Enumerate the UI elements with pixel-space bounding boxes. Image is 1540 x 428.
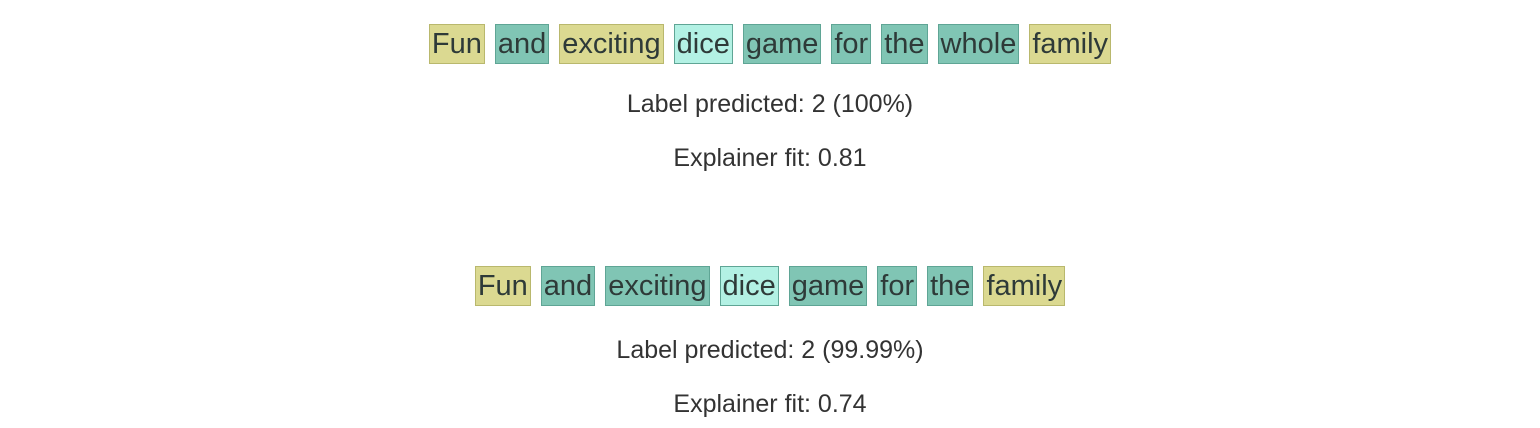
token-highlight: the: [927, 266, 974, 306]
token-highlight: for: [877, 266, 918, 306]
token-highlight: and: [494, 24, 550, 64]
token-highlight: Fun: [428, 24, 485, 64]
token-highlight: family: [983, 266, 1066, 306]
explanation-block: Fun and exciting dice game for the famil…: [0, 266, 1540, 418]
token-highlight: game: [742, 24, 822, 64]
explainer-fit-text: Explainer fit: 0.74: [673, 390, 867, 418]
token-highlight: family: [1029, 24, 1112, 64]
token-highlight: Fun: [474, 266, 531, 306]
token-highlight: and: [540, 266, 596, 306]
explainer-fit-text: Explainer fit: 0.81: [673, 144, 867, 172]
token-highlight: dice: [673, 24, 733, 64]
explanation-block: Fun and exciting dice game for the whole…: [0, 24, 1540, 172]
token-highlight: whole: [937, 24, 1020, 64]
highlighted-sentence: Fun and exciting dice game for the whole…: [0, 24, 1540, 64]
token-highlight: game: [788, 266, 868, 306]
token-highlight: for: [831, 24, 872, 64]
token-highlight: dice: [719, 266, 779, 306]
label-predicted-text: Label predicted: 2 (99.99%): [616, 336, 924, 364]
highlighted-sentence: Fun and exciting dice game for the famil…: [0, 266, 1540, 306]
label-predicted-text: Label predicted: 2 (100%): [626, 90, 914, 118]
token-highlight: exciting: [605, 266, 710, 306]
token-highlight: the: [881, 24, 928, 64]
token-highlight: exciting: [559, 24, 664, 64]
